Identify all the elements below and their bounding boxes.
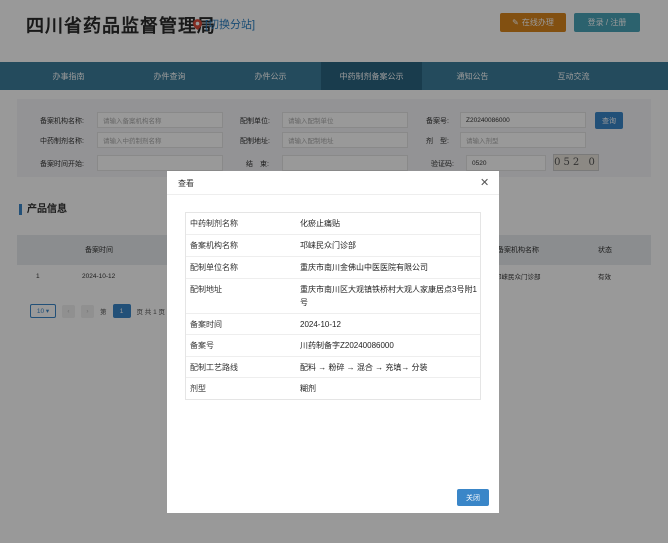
detail-key: 配制工艺路线	[190, 363, 238, 372]
detail-row: 配制地址 重庆市南川区大观镇铁桥村大观人家康居点3号附1号	[186, 279, 480, 314]
modal-title: 查看	[178, 179, 194, 188]
detail-key: 备案时间	[190, 320, 222, 329]
detail-key: 中药制剂名称	[190, 219, 238, 228]
detail-value: 2024-10-12	[300, 320, 341, 329]
detail-row: 配制单位名称 重庆市南川金佛山中医医院有限公司	[186, 257, 480, 279]
detail-value: 重庆市南川区大观镇铁桥村大观人家康居点3号附1号	[300, 285, 477, 307]
detail-modal: 查看 ✕ 中药制剂名称 化瘀止痛贴 备案机构名称 邛崃民众门诊部 配制单位名称 …	[167, 171, 499, 513]
detail-row: 备案时间 2024-10-12	[186, 314, 480, 335]
detail-value: 川药制备字Z20240086000	[300, 341, 394, 350]
detail-key: 剂型	[190, 384, 206, 393]
detail-table: 中药制剂名称 化瘀止痛贴 备案机构名称 邛崃民众门诊部 配制单位名称 重庆市南川…	[185, 212, 481, 400]
detail-key: 配制地址	[190, 285, 222, 294]
detail-row: 配制工艺路线 配料 → 粉碎 → 混合 → 充填→ 分装	[186, 357, 480, 378]
detail-key: 配制单位名称	[190, 263, 238, 272]
detail-row: 剂型 糊剂	[186, 378, 480, 399]
detail-row: 中药制剂名称 化瘀止痛贴	[186, 213, 480, 235]
close-icon[interactable]: ✕	[480, 176, 489, 189]
close-button[interactable]: 关闭	[457, 489, 489, 506]
detail-value: 重庆市南川金佛山中医医院有限公司	[300, 263, 428, 272]
detail-row: 备案号 川药制备字Z20240086000	[186, 335, 480, 357]
detail-key: 备案号	[190, 341, 214, 350]
detail-value: 化瘀止痛贴	[300, 219, 340, 228]
detail-value: 邛崃民众门诊部	[300, 241, 356, 250]
detail-value: 糊剂	[300, 384, 316, 393]
detail-key: 备案机构名称	[190, 241, 238, 250]
detail-value: 配料 → 粉碎 → 混合 → 充填→ 分装	[300, 363, 428, 372]
modal-header: 查看 ✕	[167, 171, 499, 195]
detail-row: 备案机构名称 邛崃民众门诊部	[186, 235, 480, 257]
